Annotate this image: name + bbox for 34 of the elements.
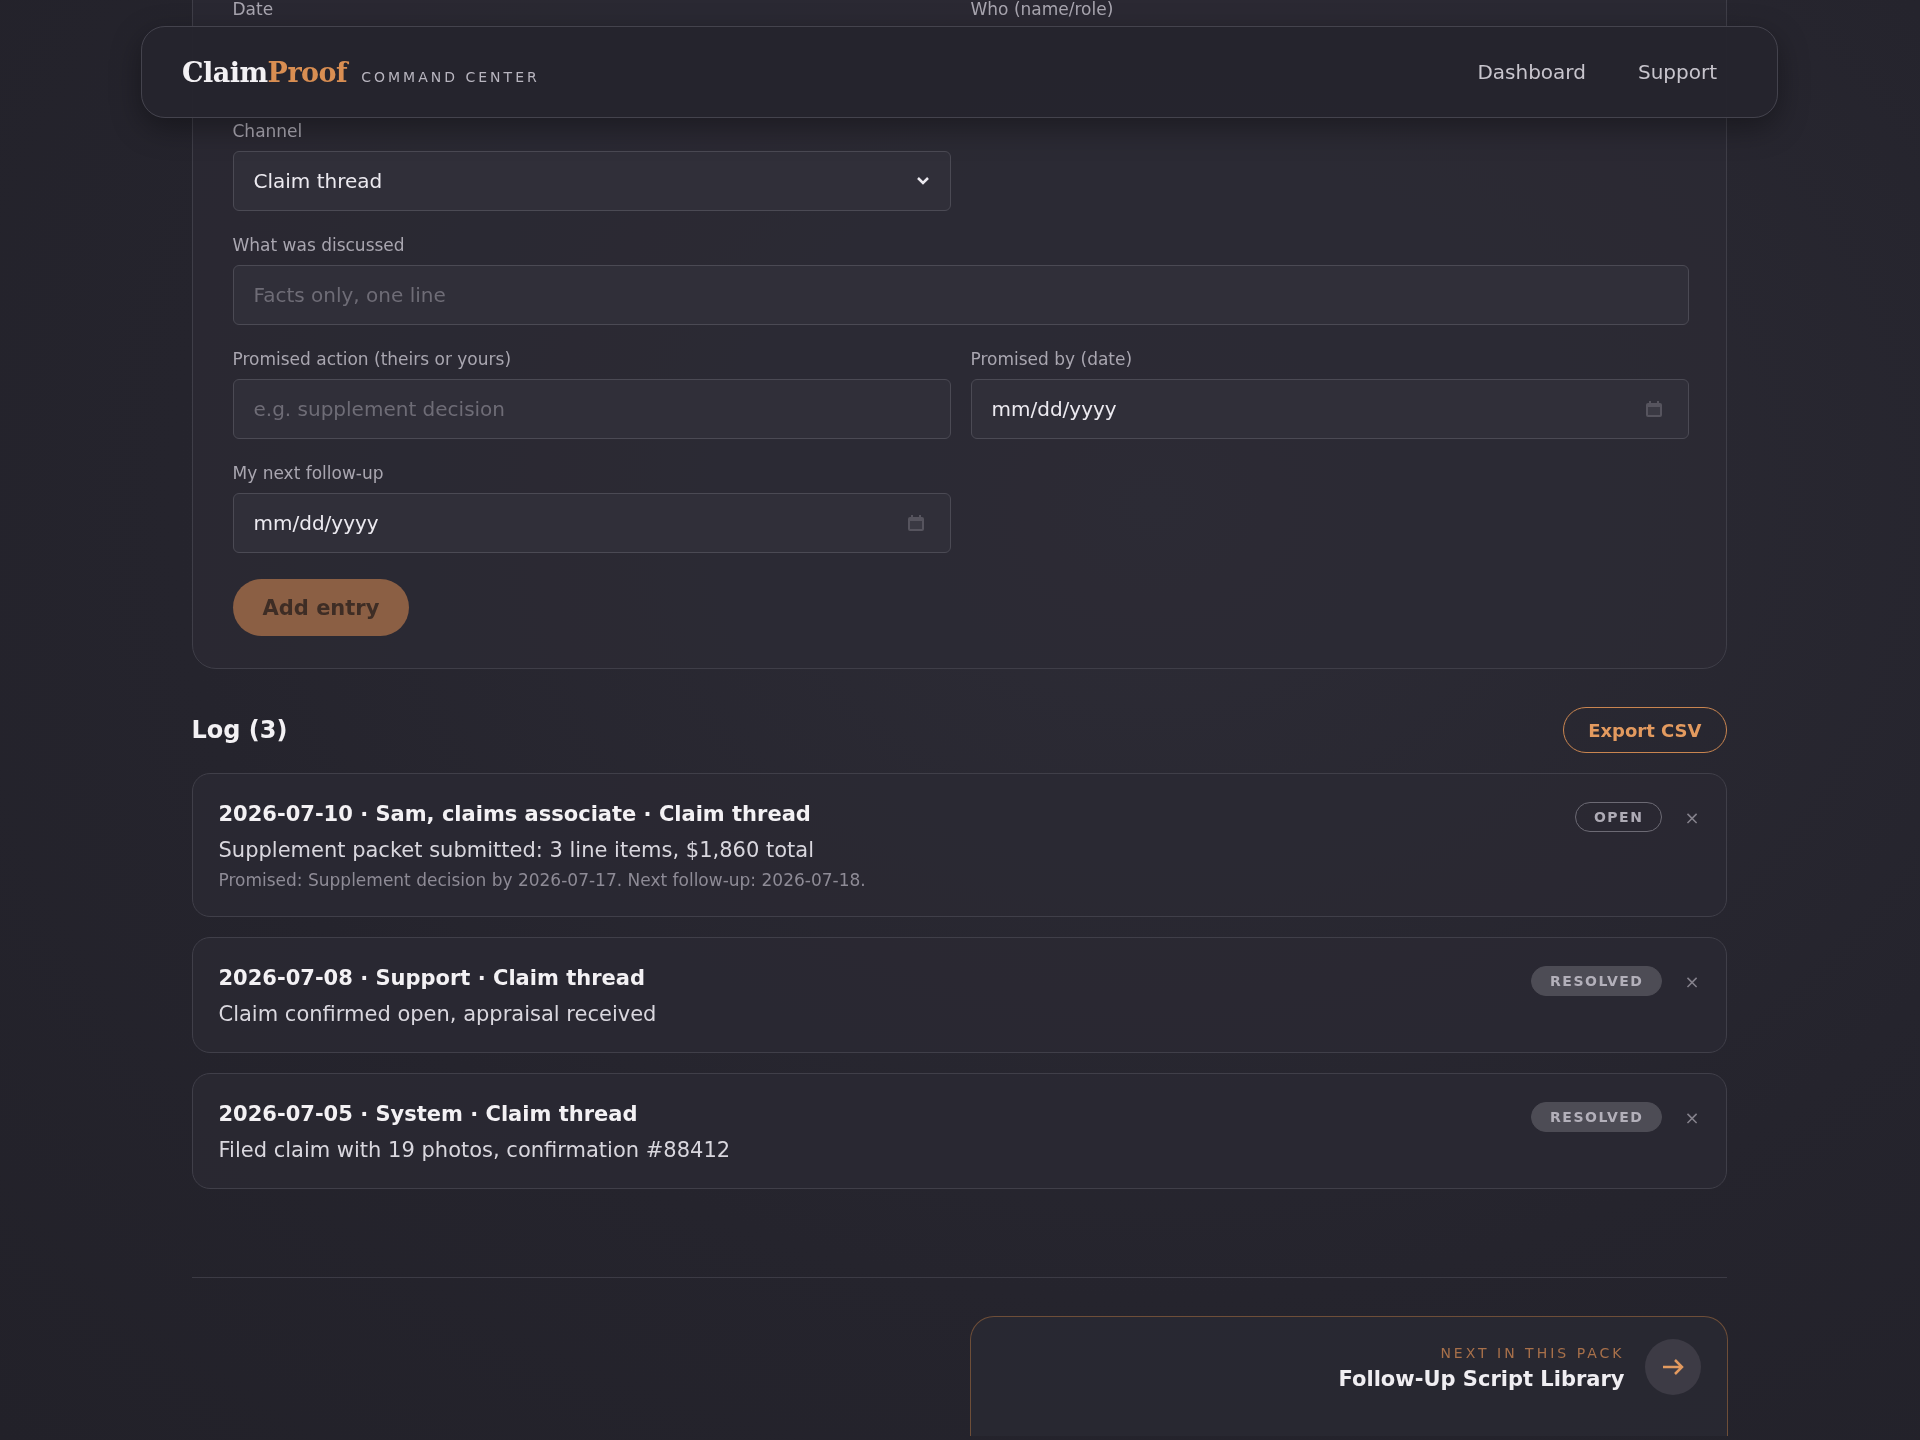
field-label: What was discussed <box>232 235 406 255</box>
entry-heading: 2026-07-05 · System · Claim thread <box>218 1102 638 1126</box>
next-link-card[interactable]: NEXT IN THIS PACK Follow-Up Script Library <box>969 1316 1728 1436</box>
channel-select[interactable]: Claim thread <box>232 151 951 211</box>
next-eyebrow: NEXT IN THIS PACK <box>1440 1345 1625 1361</box>
remove-button[interactable]: × <box>1684 1106 1700 1128</box>
date-field[interactable]: mm/dd/yyyy <box>232 493 951 553</box>
status-badge: RESOLVED <box>1531 1102 1663 1132</box>
field-label: Who (name/role) <box>970 0 1115 19</box>
text-field[interactable]: e.g. supplement decision <box>232 379 951 439</box>
arrow-right-icon <box>1644 1339 1701 1395</box>
nav-link[interactable]: Dashboard <box>1477 60 1586 84</box>
remove-button[interactable]: × <box>1684 806 1700 828</box>
text-field[interactable]: Facts only, one line <box>232 265 1689 325</box>
entry-summary: Filed claim with 19 photos, confirmation #88412 <box>218 1138 732 1162</box>
status-badge: RESOLVED <box>1531 966 1663 996</box>
entry-heading: 2026-07-08 · Support · Claim thread <box>218 966 645 990</box>
brand-logo[interactable]: ClaimProof <box>182 56 348 88</box>
date-field[interactable]: mm/dd/yyyy <box>970 379 1689 439</box>
entry-summary: Supplement packet submitted: 3 line items, $1,860 total <box>218 838 815 862</box>
field-label: My next follow-up <box>232 463 385 483</box>
field-label: Date <box>232 0 275 19</box>
brand-subtitle: COMMAND CENTER <box>361 68 540 85</box>
entry-heading: 2026-07-10 · Sam, claims associate · Claim thread <box>218 802 811 826</box>
entry-summary: Claim confirmed open, appraisal received <box>218 1002 658 1026</box>
entry-detail: Promised: Supplement decision by 2026-07-17. Next follow-up: 2026-07-18. <box>218 870 867 890</box>
field-label: Promised by (date) <box>970 349 1134 369</box>
next-title: Follow-Up Script Library <box>1338 1367 1625 1391</box>
field-label: Channel <box>232 121 304 141</box>
chevron-down-icon <box>915 176 930 186</box>
remove-button[interactable]: × <box>1684 970 1700 992</box>
field-label: Promised action (theirs or yours) <box>232 349 512 369</box>
section-title: Log (3) <box>191 716 288 744</box>
nav-link[interactable]: Support <box>1637 60 1717 84</box>
